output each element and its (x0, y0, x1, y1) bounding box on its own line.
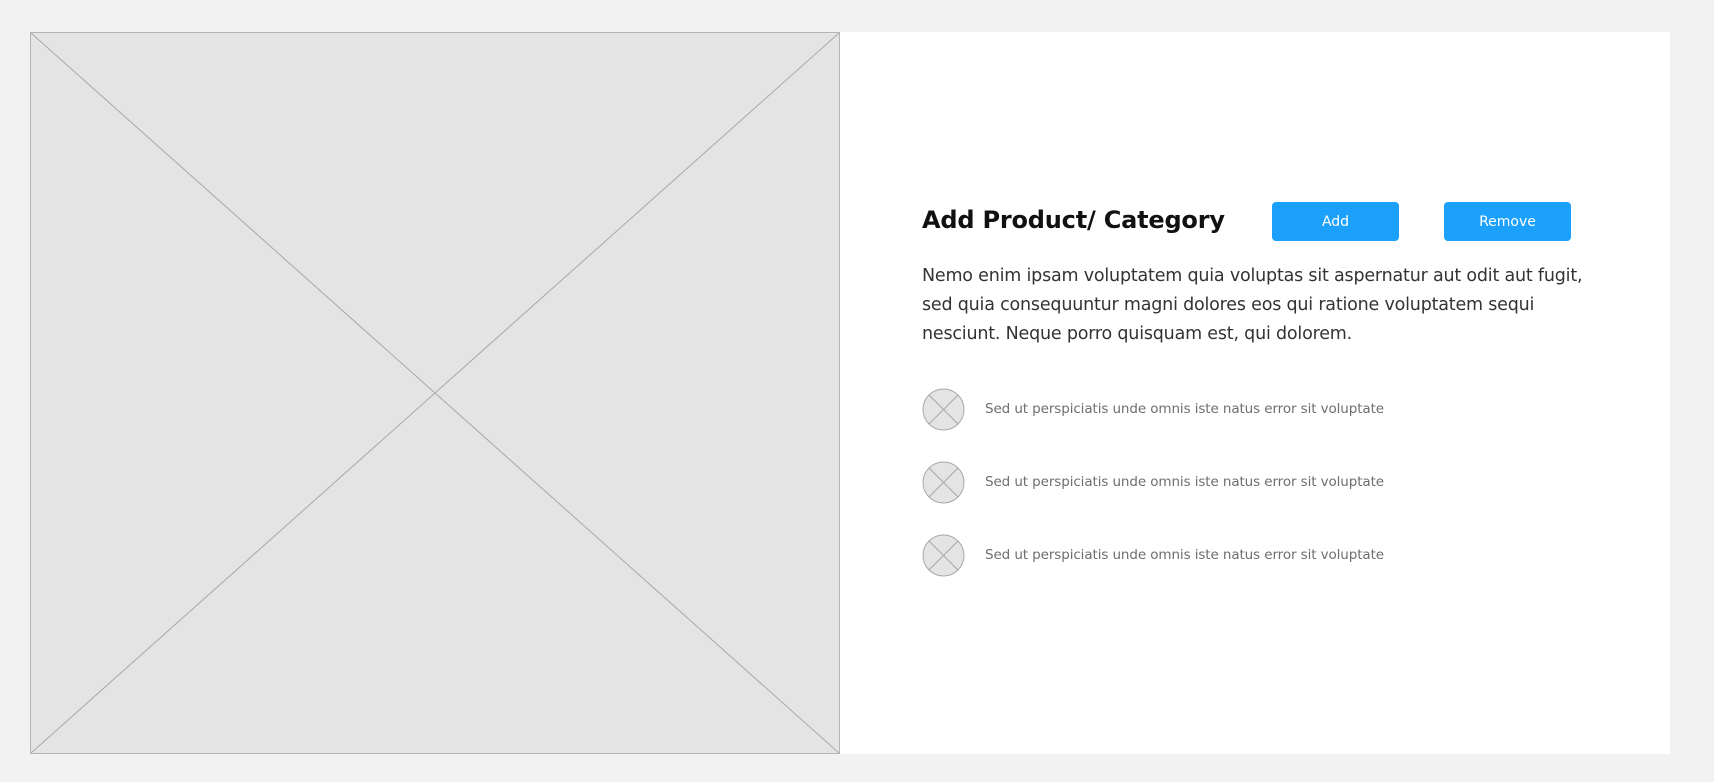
image-placeholder (30, 32, 840, 754)
product-panel: Add Product/ Category Add Remove Nemo en… (922, 200, 1602, 606)
header-row: Add Product/ Category Add Remove (922, 200, 1602, 242)
feature-item: Sed ut perspiciatis unde omnis iste natu… (922, 387, 1602, 431)
feature-text: Sed ut perspiciatis unde omnis iste natu… (985, 547, 1384, 563)
add-button[interactable]: Add (1272, 202, 1399, 241)
feature-item: Sed ut perspiciatis unde omnis iste natu… (922, 460, 1602, 504)
placeholder-circle-icon (922, 388, 965, 431)
placeholder-circle-icon (922, 461, 965, 504)
feature-text: Sed ut perspiciatis unde omnis iste natu… (985, 474, 1384, 490)
placeholder-circle-icon (922, 534, 965, 577)
image-placeholder-icon (31, 33, 839, 753)
remove-button[interactable]: Remove (1444, 202, 1571, 241)
feature-item: Sed ut perspiciatis unde omnis iste natu… (922, 533, 1602, 577)
feature-list: Sed ut perspiciatis unde omnis iste natu… (922, 387, 1602, 577)
description-text: Nemo enim ipsam voluptatem quia voluptas… (922, 266, 1583, 344)
feature-text: Sed ut perspiciatis unde omnis iste natu… (985, 401, 1384, 417)
page-title: Add Product/ Category (922, 206, 1225, 234)
